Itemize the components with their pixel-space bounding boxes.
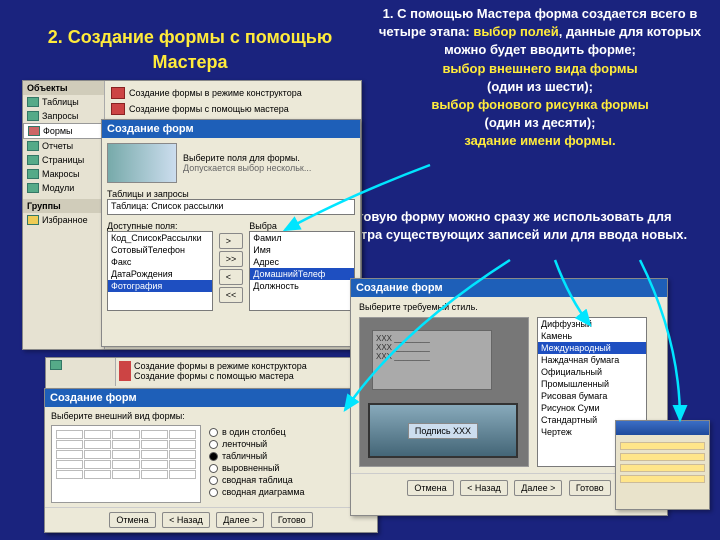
move-all-btn[interactable]: >> [219, 251, 244, 267]
form-icon [111, 103, 125, 115]
opt-pivot-table[interactable]: сводная таблица [209, 475, 305, 485]
db2-sidebar-stub [46, 358, 116, 386]
link-constructor[interactable]: Создание формы в режиме конструктора [109, 85, 357, 101]
db-sidebar: Объекты Таблицы Запросы Формы Отчеты Стр… [23, 81, 105, 349]
sidebar-item-forms[interactable]: Формы [23, 123, 104, 139]
wizard-prompt: Выберите поля для формы. [183, 153, 311, 163]
mini-form-window [615, 420, 710, 510]
sidebar-item-tables[interactable]: Таблицы [23, 95, 104, 109]
wizard-banner [107, 143, 177, 183]
db-window-2: Создание формы в режиме конструктора Соз… [45, 357, 375, 532]
wizard-title: Создание форм [102, 120, 360, 138]
avail-label: Доступные поля: [107, 221, 213, 231]
wizard2-prompt: Выберите внешний вид формы: [45, 407, 377, 425]
sidebar-groups: Группы [23, 199, 104, 213]
wizard-layout: Создание форм Выберите внешний вид формы… [44, 388, 378, 533]
layout-preview [51, 425, 201, 503]
style-preview: XXX ________XXX ________XXX ________ Под… [359, 317, 529, 467]
tables-label: Таблицы и запросы [107, 189, 355, 199]
sidebar-item-reports[interactable]: Отчеты [23, 139, 104, 153]
form-icon [111, 87, 125, 99]
w2-back[interactable]: < Назад [162, 512, 210, 528]
sidebar-item-queries[interactable]: Запросы [23, 109, 104, 123]
opt-column[interactable]: в один столбец [209, 427, 305, 437]
wizard-fields: Создание форм Выберите поля для формы. Д… [101, 119, 361, 347]
w2-cancel[interactable]: Отмена [109, 512, 155, 528]
w3-cancel[interactable]: Отмена [407, 480, 453, 496]
layout-options: в один столбец ленточный табличный выров… [209, 425, 305, 503]
wizard3-title: Создание форм [351, 279, 667, 297]
db-window: Объекты Таблицы Запросы Формы Отчеты Стр… [22, 80, 362, 350]
sidebar-item-pages[interactable]: Страницы [23, 153, 104, 167]
w3-back[interactable]: < Назад [460, 480, 508, 496]
sel-label: Выбра [249, 221, 355, 231]
mini-titlebar [616, 421, 709, 435]
opt-justified[interactable]: выровненный [209, 463, 305, 473]
link-wizard[interactable]: Создание формы с помощью мастера [109, 101, 357, 117]
w2-next[interactable]: Далее > [216, 512, 264, 528]
move-one-btn[interactable]: > [219, 233, 244, 249]
w2-finish[interactable]: Готово [271, 512, 313, 528]
avail-list[interactable]: Код_СписокРассылки СотовыйТелефон Факс Д… [107, 231, 213, 311]
slide-title-left: 2. Создание формы с помощью Мастера [20, 25, 360, 75]
opt-ribbon[interactable]: ленточный [209, 439, 305, 449]
opt-table[interactable]: табличный [209, 451, 305, 461]
sidebar-item-macros[interactable]: Макросы [23, 167, 104, 181]
sidebar-item-modules[interactable]: Модули [23, 181, 104, 195]
back-one-btn[interactable]: < [219, 269, 244, 285]
preview-label: Подпись XXX [408, 423, 478, 439]
wizard3-prompt: Выберите требуемый стиль. [351, 297, 667, 317]
slide-title-right: 1. С помощью Мастера форма создается все… [370, 5, 710, 151]
db2-link1[interactable]: Создание формы в режиме конструктора [119, 361, 371, 371]
sidebar-header: Объекты [23, 81, 104, 95]
w3-next[interactable]: Далее > [514, 480, 562, 496]
tables-combo[interactable]: Таблица: Список рассылки [107, 199, 355, 215]
sel-list[interactable]: Фамил Имя Адрес ДомашнийТелеф Должность [249, 231, 355, 311]
db2-link2[interactable]: Создание формы с помощью мастера [119, 371, 371, 381]
w3-finish[interactable]: Готово [569, 480, 611, 496]
back-all-btn[interactable]: << [219, 287, 244, 303]
wizard2-title: Создание форм [45, 389, 377, 407]
opt-pivot-chart[interactable]: сводная диаграмма [209, 487, 305, 497]
sidebar-fav[interactable]: Избранное [23, 213, 104, 227]
wizard-hint: Допускается выбор нескольк... [183, 163, 311, 173]
